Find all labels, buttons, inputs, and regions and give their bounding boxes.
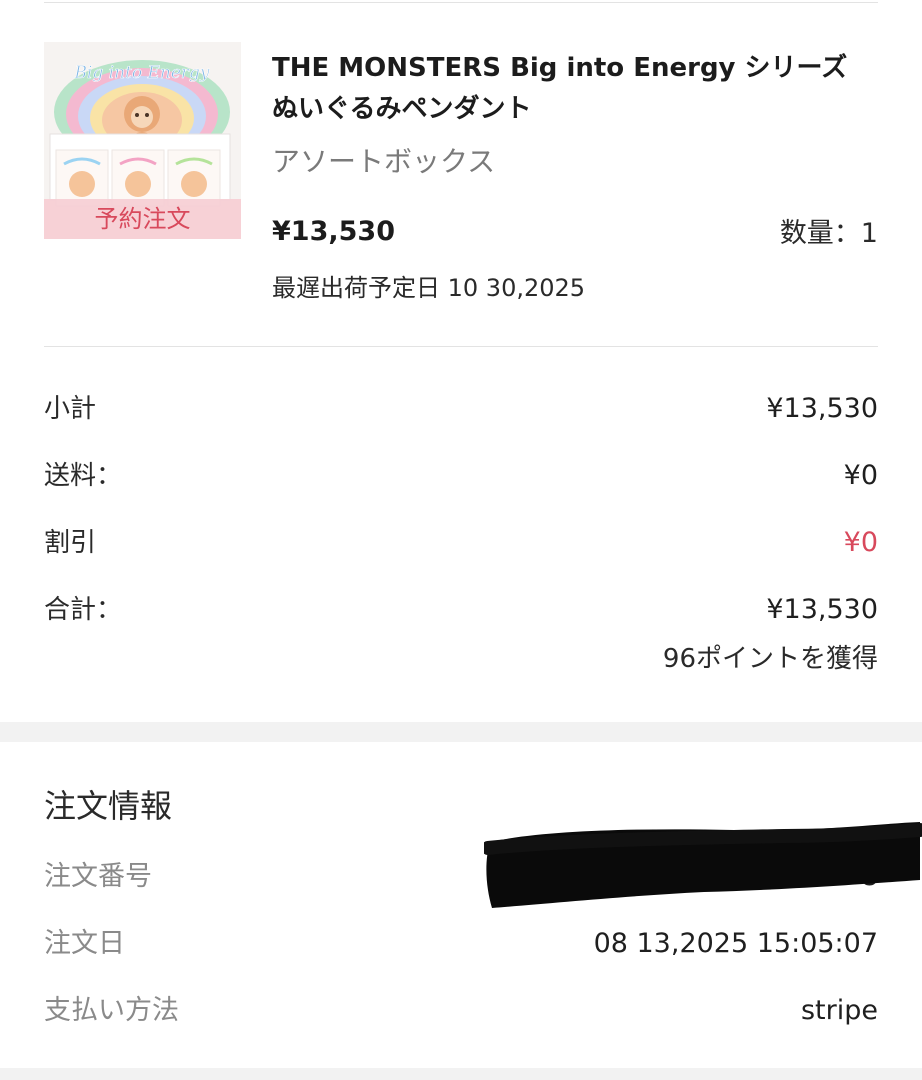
section-separator-band (0, 722, 922, 742)
subtotal-label: 小計 (44, 394, 97, 424)
redaction-scribble (484, 822, 922, 908)
product-price: ¥13,530 (272, 216, 395, 247)
product-title[interactable]: THE MONSTERS Big into Energy シリーズ ぬいぐるみペ… (272, 48, 878, 130)
preorder-badge: 予約注文 (44, 199, 241, 239)
svg-text:Big into Energy: Big into Energy (73, 63, 209, 83)
bottom-band (0, 1068, 922, 1080)
total-value: ¥13,530 (766, 594, 878, 625)
price-summary: 小計 ¥13,530 送料： ¥0 割引 ¥0 合計： ¥13,530 96ポイ… (44, 385, 878, 674)
product-card[interactable]: Big into Energy 予約注文 THE MONSTERS Big in… (44, 42, 878, 312)
product-quantity: 数量：1 (779, 218, 878, 249)
order-number-label: 注文番号 (44, 861, 152, 892)
product-variant: アソートボックス (272, 145, 496, 178)
shipping-value: ¥0 (843, 460, 878, 491)
order-date-label: 注文日 (44, 928, 125, 959)
payment-method-value: stripe (800, 995, 878, 1026)
earned-points: 96ポイントを獲得 (662, 644, 878, 674)
section-divider (44, 346, 878, 347)
shipping-label: 送料： (44, 461, 123, 491)
discount-row: 割引 ¥0 (44, 519, 878, 586)
subtotal-row: 小計 ¥13,530 (44, 385, 878, 452)
top-divider (44, 2, 878, 3)
payment-method-label: 支払い方法 (44, 995, 179, 1026)
product-thumbnail[interactable]: Big into Energy 予約注文 (44, 42, 241, 239)
discount-label: 割引 (44, 528, 97, 558)
order-info-title: 注文情報 (44, 787, 173, 825)
order-detail-page: Big into Energy 予約注文 THE MONSTERS Big in… (0, 0, 922, 1080)
order-date-value: 08 13,2025 15:05:07 (593, 928, 878, 959)
latest-shipping-date: 最遅出荷予定日 10 30,2025 (272, 274, 586, 302)
shipping-row: 送料： ¥0 (44, 452, 878, 519)
subtotal-value: ¥13,530 (766, 393, 878, 424)
discount-value: ¥0 (843, 527, 878, 558)
total-label: 合計： (44, 595, 123, 625)
payment-method-row: 支払い方法 stripe (44, 989, 878, 1056)
order-date-row: 注文日 08 13,2025 15:05:07 (44, 922, 878, 989)
